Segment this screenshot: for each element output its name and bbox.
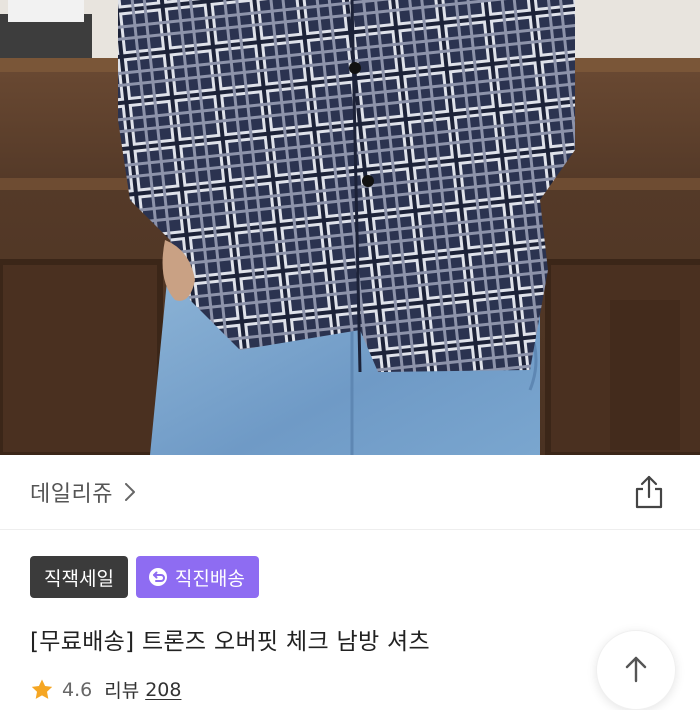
chevron-right-icon	[124, 483, 135, 501]
badge-direct-delivery-label: 직진배송	[174, 567, 245, 590]
badge-list: 직잭세일 직진배송	[30, 556, 259, 598]
store-row: 데일리쥬	[0, 455, 700, 530]
arrow-up-icon	[625, 656, 647, 683]
store-name: 데일리쥬	[30, 482, 113, 507]
scroll-top-button[interactable]	[596, 630, 676, 710]
review-count[interactable]: 208	[145, 679, 181, 701]
product-info: 직잭세일 직진배송 [무료배송] 트론즈 오버핏 체크 남방 셔츠 4.6 리뷰…	[0, 530, 700, 703]
rating-row[interactable]: 4.6 리뷰 208	[30, 676, 181, 703]
rating-score: 4.6	[62, 678, 93, 701]
product-title: [무료배송] 트론즈 오버핏 체크 남방 셔츠	[30, 629, 430, 655]
badge-sale-label: 직잭세일	[44, 567, 114, 590]
badge-direct-delivery: 직진배송	[135, 556, 259, 598]
product-image[interactable]	[0, 0, 700, 455]
star-icon	[31, 679, 53, 699]
return-arrow-icon	[148, 568, 167, 586]
share-icon[interactable]	[634, 475, 664, 509]
badge-sale: 직잭세일	[30, 556, 128, 598]
store-link[interactable]: 데일리쥬	[30, 477, 135, 507]
review-label: 리뷰	[104, 680, 140, 702]
